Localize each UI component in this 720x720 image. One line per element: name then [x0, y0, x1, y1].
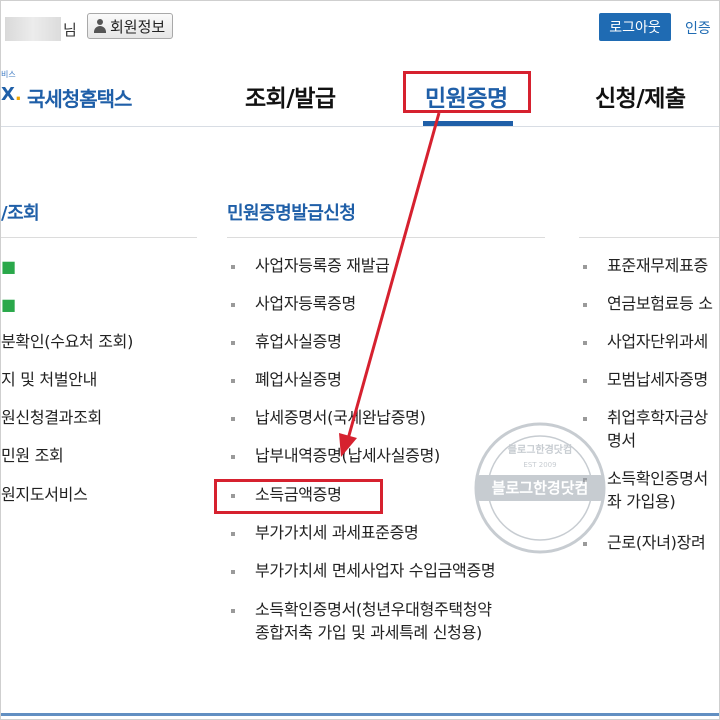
- bullet: [231, 341, 235, 345]
- watermark-top-text: 블로그한경닷컴: [508, 443, 572, 456]
- menu-item-highlight-box: [214, 479, 383, 514]
- left-column-heading[interactable]: /조회: [1, 199, 40, 225]
- nav-divider: [1, 126, 719, 127]
- top-bar: 님 회원정보 로그아웃 인증: [1, 1, 719, 47]
- bullet: [231, 570, 235, 574]
- bullet: [231, 303, 235, 307]
- watermark-stamp: 블로그한경닷컴 블로그한경닷컴 EST 2009: [474, 422, 606, 554]
- watermark-text: 블로그한경닷컴: [492, 479, 589, 497]
- right-menu-item[interactable]: 취업후학자금상: [607, 407, 708, 429]
- bullet: [583, 265, 587, 269]
- bullet: [231, 455, 235, 459]
- bullet: [583, 303, 587, 307]
- right-column-divider: [579, 237, 719, 238]
- menu-item-payment-history-cert[interactable]: 납부내역증명(납세사실증명): [255, 445, 440, 467]
- center-column-divider: [227, 237, 545, 238]
- nav-item-inquiry[interactable]: 조회/발급: [245, 79, 336, 113]
- watermark-est: EST 2009: [523, 461, 556, 469]
- right-menu-item-cont[interactable]: 좌 가입용): [607, 491, 676, 513]
- right-menu-item-cont[interactable]: 명서: [607, 430, 636, 452]
- bullet: [231, 532, 235, 536]
- menu-item-business-registration-cert[interactable]: 사업자등록증명: [255, 293, 356, 315]
- menu-item-vat-tax-base-cert[interactable]: 부가가치세 과세표준증명: [255, 522, 419, 544]
- logo-small-text: 비스: [1, 70, 16, 79]
- bullet: [231, 379, 235, 383]
- nav-item-application[interactable]: 신청/제출: [595, 79, 686, 113]
- bottom-divider: [1, 713, 719, 716]
- left-menu-item[interactable]: ■: [1, 256, 16, 278]
- menu-item-closure-cert[interactable]: 폐업사실증명: [255, 369, 342, 391]
- left-menu-item[interactable]: 민원 조회: [1, 445, 64, 467]
- center-column-heading[interactable]: 민원증명발급신청: [227, 199, 356, 225]
- bullet: [231, 609, 235, 613]
- nav-highlight-box: [403, 71, 531, 113]
- logout-button[interactable]: 로그아웃: [599, 13, 671, 41]
- browser-frame: 님 회원정보 로그아웃 인증 비스 X. 국세청홈택스 조회/발급 민원증명 신…: [0, 0, 720, 720]
- left-menu-item[interactable]: 원지도서비스: [1, 484, 88, 506]
- bullet: [583, 379, 587, 383]
- auth-link[interactable]: 인증: [685, 18, 711, 38]
- left-menu-item[interactable]: 원신청결과조회: [1, 407, 102, 429]
- menu-item-vat-exempt-income-cert[interactable]: 부가가치세 면세사업자 수입금액증명: [255, 560, 496, 582]
- right-menu-item[interactable]: 사업자단위과세: [607, 331, 708, 353]
- member-info-label: 회원정보: [110, 17, 166, 36]
- logo-mark[interactable]: X.: [1, 84, 22, 105]
- bullet: [583, 341, 587, 345]
- left-menu-item[interactable]: 지 및 처벌안내: [1, 369, 97, 391]
- menu-item-business-registration-reissue[interactable]: 사업자등록증 재발급: [255, 255, 390, 277]
- bullet: [231, 417, 235, 421]
- right-menu-item[interactable]: 모범납세자증명: [607, 369, 708, 391]
- menu-item-tax-payment-cert[interactable]: 납세증명서(국세완납증명): [255, 407, 426, 429]
- person-icon: [93, 19, 107, 33]
- right-menu-item[interactable]: 소득확인증명서: [607, 468, 708, 490]
- left-menu-item[interactable]: ■: [1, 294, 16, 316]
- blurred-user-name: [5, 17, 61, 41]
- logo-name[interactable]: 국세청홈택스: [27, 83, 132, 112]
- menu-item-income-confirmation-line1[interactable]: 소득확인증명서(청년우대형주택청약: [255, 599, 492, 621]
- member-info-button[interactable]: 회원정보: [87, 13, 174, 39]
- user-suffix: 님: [63, 21, 77, 39]
- right-menu-item[interactable]: 연금보험료등 소: [607, 293, 713, 315]
- left-menu-item[interactable]: 분확인(수요처 조회): [1, 331, 133, 353]
- left-column-divider: [1, 237, 197, 238]
- menu-item-income-confirmation-line2[interactable]: 종합저축 가입 및 과세특례 신청용): [255, 622, 482, 644]
- right-menu-item[interactable]: 근로(자녀)장려: [607, 532, 706, 554]
- menu-item-closure-temporary-cert[interactable]: 휴업사실증명: [255, 331, 342, 353]
- right-menu-item[interactable]: 표준재무제표증: [607, 255, 708, 277]
- bullet: [231, 265, 235, 269]
